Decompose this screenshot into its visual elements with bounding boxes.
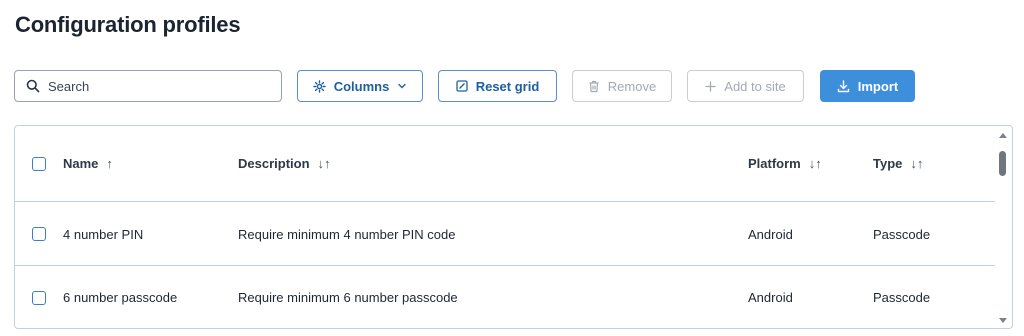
sort-icon: ↓↑	[808, 156, 822, 171]
profiles-grid: Name ↑ Description ↓↑ Platform ↓↑ Type ↓…	[14, 125, 1013, 329]
search-box[interactable]	[14, 70, 282, 102]
gear-icon	[312, 79, 326, 93]
vertical-scrollbar[interactable]	[994, 126, 1012, 328]
row-checkbox[interactable]	[32, 290, 46, 305]
remove-label: Remove	[607, 78, 657, 94]
reset-grid-button[interactable]: Reset grid	[438, 70, 557, 102]
reset-grid-icon	[456, 80, 468, 92]
scroll-down-arrow-icon[interactable]	[999, 318, 1007, 323]
trash-icon	[588, 80, 600, 93]
columns-button[interactable]: Columns	[297, 70, 423, 102]
cell-name: 4 number PIN	[63, 226, 144, 242]
scroll-up-arrow-icon[interactable]	[999, 133, 1007, 138]
sort-asc-icon: ↑	[106, 156, 113, 171]
cell-platform: Android	[748, 290, 793, 305]
cell-type: Passcode	[873, 290, 931, 305]
page-title: Configuration profiles	[15, 12, 241, 37]
plus-icon	[705, 80, 716, 92]
cell-type: Passcode	[873, 226, 931, 242]
select-all-checkbox[interactable]	[32, 156, 46, 171]
add-to-site-label: Add to site	[724, 78, 786, 94]
reset-grid-label: Reset grid	[475, 78, 540, 94]
toolbar: Columns Reset grid Remove Add to site	[0, 70, 1024, 102]
grid-header: Name ↑ Description ↓↑ Platform ↓↑ Type ↓…	[15, 126, 995, 202]
column-header-name[interactable]: Name ↑	[63, 156, 113, 171]
search-input[interactable]	[48, 78, 268, 94]
remove-button[interactable]: Remove	[572, 70, 672, 102]
sort-icon: ↓↑	[910, 156, 924, 171]
cell-description: Require minimum 4 number PIN code	[238, 226, 456, 242]
table-row[interactable]: 4 number PIN Require minimum 4 number PI…	[15, 203, 995, 266]
import-button[interactable]: Import	[820, 70, 915, 102]
add-to-site-button[interactable]: Add to site	[687, 70, 804, 102]
download-icon	[837, 79, 850, 93]
row-checkbox[interactable]	[32, 227, 46, 241]
scroll-thumb[interactable]	[999, 151, 1006, 176]
search-icon	[26, 79, 40, 93]
column-header-type[interactable]: Type ↓↑	[873, 156, 923, 171]
columns-label: Columns	[333, 78, 390, 94]
cell-platform: Android	[748, 226, 793, 242]
table-row[interactable]: 6 number passcode Require minimum 6 numb…	[15, 266, 995, 328]
sort-icon: ↓↑	[317, 156, 331, 171]
chevron-down-icon	[397, 81, 407, 91]
cell-name: 6 number passcode	[63, 290, 178, 305]
column-header-platform[interactable]: Platform ↓↑	[748, 156, 822, 171]
import-label: Import	[857, 78, 899, 94]
cell-description: Require minimum 6 number passcode	[238, 290, 458, 305]
column-header-description[interactable]: Description ↓↑	[238, 156, 331, 171]
